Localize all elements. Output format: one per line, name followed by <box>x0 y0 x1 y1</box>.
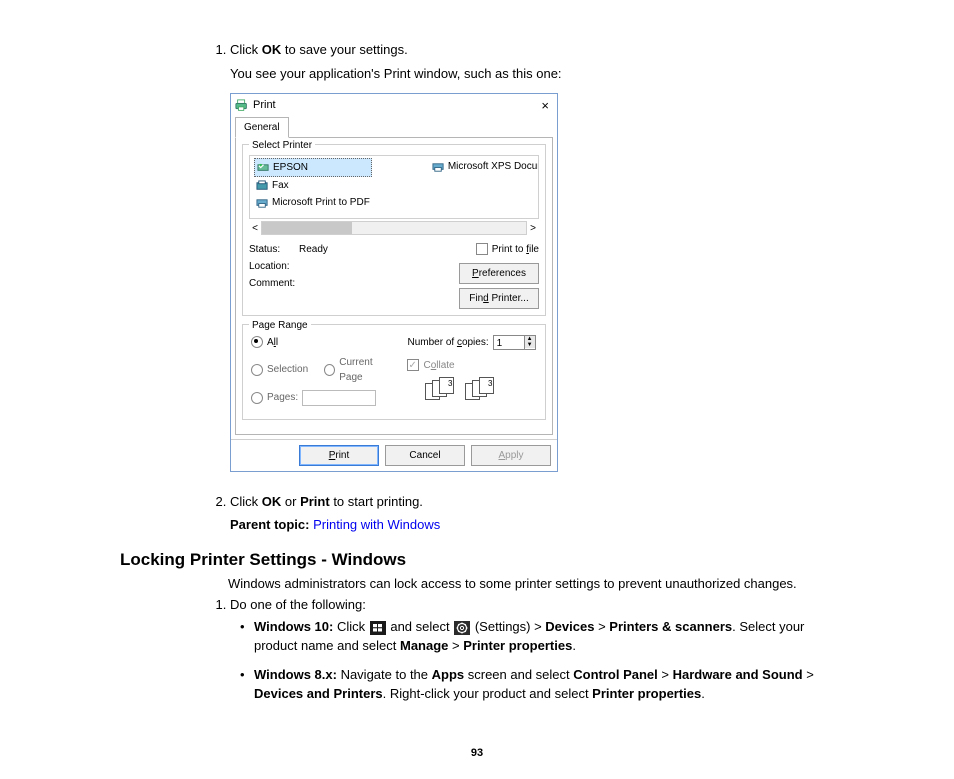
printer-list[interactable]: EPSON Fax Microsoft Print to PDF <box>249 155 539 219</box>
copies-spinner[interactable]: 1 ▲▼ <box>493 335 536 350</box>
printer-icon <box>235 99 249 111</box>
print-to-file-checkbox[interactable]: Print to file <box>476 242 539 257</box>
printer-item-pdf[interactable]: Microsoft Print to PDF <box>254 194 372 211</box>
printer-status-info: Status:Ready Location: Comment: <box>249 242 459 309</box>
radio-icon <box>251 364 263 376</box>
preferences-button[interactable]: Preferences <box>459 263 539 284</box>
pages-input[interactable] <box>302 390 376 406</box>
radio-icon <box>324 364 335 376</box>
dialog-title: Print <box>253 97 276 114</box>
parent-topic-link[interactable]: Printing with Windows <box>313 517 440 532</box>
cancel-button[interactable]: Cancel <box>385 445 465 466</box>
radio-current-page[interactable]: Current Page <box>324 355 393 385</box>
printer-item-xps[interactable]: Microsoft XPS Document <box>430 158 539 175</box>
copies-label: Number of copies: <box>407 335 488 350</box>
close-icon[interactable]: × <box>537 99 553 112</box>
apply-button[interactable]: Apply <box>471 445 551 466</box>
checkbox-icon: ✓ <box>407 359 419 371</box>
section-intro: Windows administrators can lock access t… <box>228 576 834 591</box>
bullet-windows-8: Windows 8.x: Navigate to the Apps screen… <box>240 666 834 704</box>
dialog-titlebar: Print × <box>231 94 557 117</box>
radio-icon <box>251 392 263 404</box>
tab-general[interactable]: General <box>235 117 289 138</box>
scroll-left-icon[interactable]: < <box>249 221 261 236</box>
page-number: 93 <box>120 747 834 759</box>
radio-pages[interactable]: Pages: <box>251 390 393 406</box>
printer-icon <box>257 162 270 173</box>
gear-icon <box>454 621 470 635</box>
parent-topic: Parent topic: Printing with Windows <box>200 517 834 532</box>
step-1: Click OK to save your settings. You see … <box>230 40 834 472</box>
step-1-text: Click OK to save your settings. <box>230 42 408 57</box>
printer-item-epson[interactable]: EPSON <box>254 158 372 177</box>
radio-selection[interactable]: Selection <box>251 355 308 385</box>
printer-icon <box>432 161 445 172</box>
collate-graphic: 1 2 3 1 2 3 <box>425 377 537 399</box>
print-dialog-screenshot: Print × General Select Printer EPSON <box>230 93 834 472</box>
radio-all[interactable]: All <box>251 335 393 350</box>
printer-list-scrollbar[interactable]: < > <box>249 221 539 236</box>
step-1-subtext: You see your application's Print window,… <box>230 64 834 84</box>
printer-icon <box>256 197 269 208</box>
scroll-right-icon[interactable]: > <box>527 221 539 236</box>
locking-step-1: Do one of the following: Windows 10: Cli… <box>230 597 834 703</box>
spinner-down-icon[interactable]: ▼ <box>525 342 535 348</box>
step-2: Click OK or Print to start printing. <box>230 492 834 512</box>
checkbox-icon <box>476 243 488 255</box>
print-button[interactable]: Print <box>299 445 379 466</box>
group-select-printer: Select Printer EPSON Fax <box>242 144 546 316</box>
collate-checkbox[interactable]: ✓ Collate <box>407 358 537 373</box>
bullet-windows-10: Windows 10: Click and select (Settings) … <box>240 618 834 656</box>
group-page-range: Page Range All Selection <box>242 324 546 420</box>
radio-icon <box>251 336 263 348</box>
printer-item-fax[interactable]: Fax <box>254 177 372 194</box>
windows-start-icon <box>370 621 386 635</box>
find-printer-button[interactable]: Find Printer... <box>459 288 539 309</box>
section-heading: Locking Printer Settings - Windows <box>120 550 834 570</box>
fax-icon <box>256 180 269 191</box>
